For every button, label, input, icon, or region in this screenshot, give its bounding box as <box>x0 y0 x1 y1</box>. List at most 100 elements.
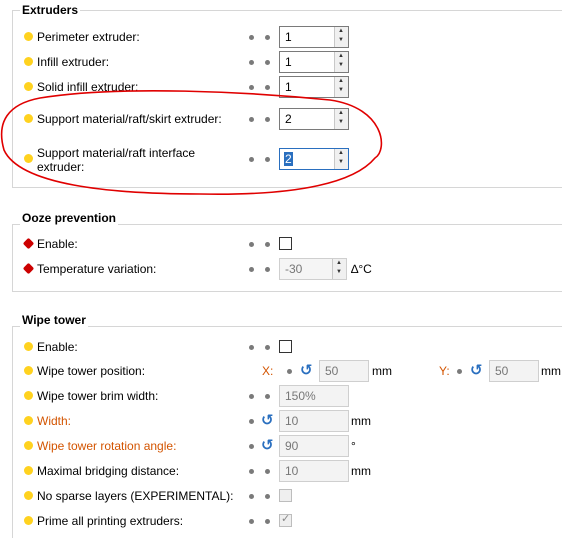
lock-dot-icon[interactable] <box>457 369 462 374</box>
lock-dot-icon[interactable] <box>249 267 254 272</box>
width-label: Width: <box>37 414 72 428</box>
red-lock-icon <box>22 262 35 275</box>
yellow-bullet-icon <box>24 391 33 400</box>
red-lock-icon <box>22 237 35 250</box>
lock-dot-icon[interactable] <box>287 369 292 374</box>
undo-dot-icon[interactable] <box>265 85 270 90</box>
undo-dot-icon[interactable] <box>265 242 270 247</box>
undo-arrow-icon[interactable]: ↺ <box>261 411 277 429</box>
undo-dot-icon[interactable] <box>265 345 270 350</box>
support-interface-extruder-label: Support material/raft interface extruder… <box>37 146 196 174</box>
wipe-position-x-value: 50 <box>325 364 339 378</box>
wipe-position-y-field[interactable]: 50 <box>489 360 539 382</box>
brim-width-row: Wipe tower brim width: 150% <box>0 385 562 407</box>
ooze-enable-row: Enable: <box>0 233 562 255</box>
perimeter-extruder-spinner[interactable]: 1 <box>279 26 349 48</box>
brim-width-label: Wipe tower brim width: <box>37 389 159 403</box>
prime-extruders-checkbox[interactable]: ✓ <box>279 513 292 527</box>
brim-width-value: 150% <box>285 389 316 403</box>
solid-infill-extruder-value: 1 <box>285 80 292 94</box>
spin-arrows-icon[interactable] <box>334 109 348 129</box>
undo-dot-icon[interactable] <box>265 494 270 499</box>
lock-dot-icon[interactable] <box>249 494 254 499</box>
support-extruder-label: Support material/raft/skirt extruder: <box>37 112 222 126</box>
wipe-position-x-unit: mm <box>372 364 392 378</box>
perimeter-extruder-value: 1 <box>285 30 292 44</box>
lock-dot-icon[interactable] <box>249 157 254 162</box>
undo-dot-icon[interactable] <box>265 469 270 474</box>
undo-arrow-icon[interactable]: ↺ <box>261 436 277 454</box>
spin-arrows-icon[interactable] <box>334 149 348 169</box>
spin-arrows-icon[interactable] <box>334 77 348 97</box>
lock-dot-icon[interactable] <box>249 35 254 40</box>
yellow-bullet-icon <box>24 366 33 375</box>
spin-arrows-icon[interactable] <box>334 27 348 47</box>
bridging-distance-label: Maximal bridging distance: <box>37 464 180 478</box>
temperature-variation-label: Temperature variation: <box>37 262 157 276</box>
lock-dot-icon[interactable] <box>249 444 254 449</box>
ooze-enable-checkbox[interactable] <box>279 237 292 250</box>
temperature-variation-value: -30 <box>285 262 303 276</box>
yellow-bullet-icon <box>24 516 33 525</box>
undo-arrow-icon[interactable]: ↺ <box>470 361 486 379</box>
spin-arrows-icon[interactable] <box>332 259 346 279</box>
wipe-position-row: Wipe tower position: X: ↺ 50 mm Y: ↺ 50 … <box>0 360 562 382</box>
temperature-variation-spinner[interactable]: -30 <box>279 258 347 280</box>
temperature-variation-unit: ∆°C <box>351 262 372 276</box>
no-sparse-layers-checkbox[interactable] <box>279 489 292 502</box>
wipe-position-y-label: Y: <box>439 364 450 378</box>
infill-extruder-value: 1 <box>285 55 292 69</box>
solid-infill-extruder-row: Solid infill extruder: 1 <box>0 76 562 98</box>
yellow-bullet-icon <box>24 114 33 123</box>
wipe-enable-label: Enable: <box>37 340 78 354</box>
width-field[interactable]: 10 <box>279 410 349 432</box>
undo-arrow-icon[interactable]: ↺ <box>300 361 316 379</box>
lock-dot-icon[interactable] <box>249 419 254 424</box>
ooze-prevention-title: Ooze prevention <box>20 211 119 225</box>
wipe-position-label: Wipe tower position: <box>37 364 146 378</box>
lock-dot-icon[interactable] <box>249 519 254 524</box>
wipe-position-y-unit: mm <box>541 364 561 378</box>
support-interface-extruder-spinner[interactable]: 2 <box>279 148 349 170</box>
undo-dot-icon[interactable] <box>265 35 270 40</box>
lock-dot-icon[interactable] <box>249 242 254 247</box>
brim-width-field[interactable]: 150% <box>279 385 349 407</box>
undo-dot-icon[interactable] <box>265 157 270 162</box>
yellow-bullet-icon <box>24 342 33 351</box>
yellow-bullet-icon <box>24 491 33 500</box>
width-unit: mm <box>351 414 371 428</box>
support-extruder-spinner[interactable]: 2 <box>279 108 349 130</box>
spin-arrows-icon[interactable] <box>334 52 348 72</box>
infill-extruder-spinner[interactable]: 1 <box>279 51 349 73</box>
rotation-angle-row: Wipe tower rotation angle: ↺ 90 ° <box>0 435 562 457</box>
rotation-angle-label: Wipe tower rotation angle: <box>37 439 177 453</box>
bridging-distance-value: 10 <box>285 464 299 478</box>
solid-infill-extruder-label: Solid infill extruder: <box>37 80 139 94</box>
lock-dot-icon[interactable] <box>249 345 254 350</box>
undo-dot-icon[interactable] <box>265 117 270 122</box>
rotation-angle-field[interactable]: 90 <box>279 435 349 457</box>
lock-dot-icon[interactable] <box>249 394 254 399</box>
yellow-bullet-icon <box>24 441 33 450</box>
lock-dot-icon[interactable] <box>249 117 254 122</box>
checkmark-icon: ✓ <box>281 513 291 525</box>
support-extruder-value: 2 <box>285 112 292 126</box>
lock-dot-icon[interactable] <box>249 60 254 65</box>
bridging-distance-row: Maximal bridging distance: 10 mm <box>0 460 562 482</box>
support-interface-value-wrap: 2 <box>284 152 293 166</box>
bridging-distance-field[interactable]: 10 <box>279 460 349 482</box>
undo-dot-icon[interactable] <box>265 267 270 272</box>
lock-dot-icon[interactable] <box>249 469 254 474</box>
yellow-bullet-icon <box>24 82 33 91</box>
undo-dot-icon[interactable] <box>265 394 270 399</box>
undo-dot-icon[interactable] <box>265 519 270 524</box>
lock-dot-icon[interactable] <box>249 85 254 90</box>
rotation-angle-unit: ° <box>351 439 356 453</box>
solid-infill-extruder-spinner[interactable]: 1 <box>279 76 349 98</box>
wipe-position-x-field[interactable]: 50 <box>319 360 369 382</box>
undo-dot-icon[interactable] <box>265 60 270 65</box>
wipe-enable-checkbox[interactable] <box>279 340 292 353</box>
wipe-enable-row: Enable: <box>0 336 562 358</box>
perimeter-extruder-label: Perimeter extruder: <box>37 30 140 44</box>
yellow-bullet-icon <box>24 466 33 475</box>
